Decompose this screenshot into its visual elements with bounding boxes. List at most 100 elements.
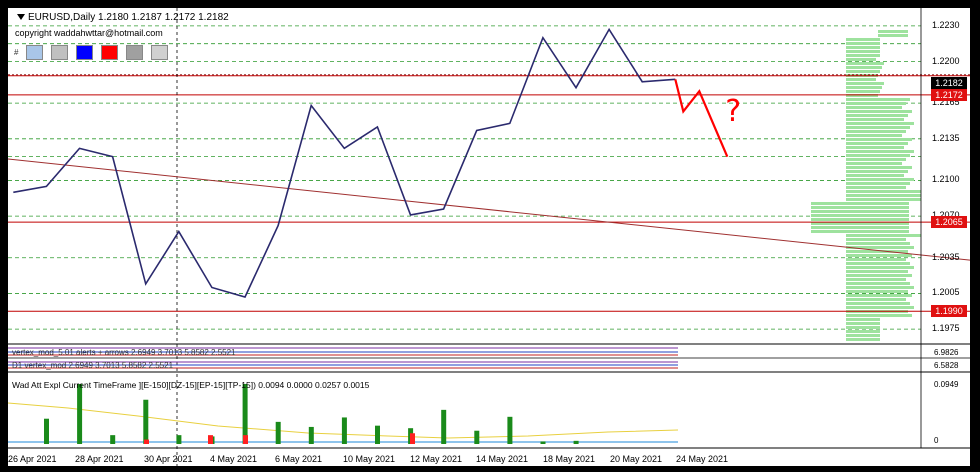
swatch-light-blue[interactable]: [26, 45, 43, 60]
price-level-label: 1.1990: [931, 305, 967, 318]
volume-profile-bar: [846, 142, 908, 145]
date-tick-label: 10 May 2021: [343, 454, 396, 464]
volume-profile-bar: [846, 326, 880, 329]
volume-profile-bar: [878, 34, 908, 37]
volume-profile-bar: [846, 58, 876, 61]
price-tick-label: 1.1975: [932, 323, 960, 334]
volume-profile-bar: [846, 194, 921, 197]
volume-profile-bar: [846, 314, 912, 317]
wad-green-bar: [375, 425, 380, 444]
volume-profile-bar: [846, 38, 880, 41]
vertex-indicator-title: vertex_mod_5.01 alerts + arrows 2.6949 3…: [12, 348, 236, 357]
wad-zero-label: 0: [934, 436, 939, 445]
price-level-label: 1.2065: [931, 216, 967, 229]
price-tick-label: 1.2230: [932, 19, 960, 30]
date-tick-label: 12 May 2021: [410, 454, 463, 464]
forecast-line: [674, 79, 729, 158]
volume-profile-bar: [846, 50, 880, 53]
wad-green-bar: [242, 384, 248, 444]
volume-profile-bar: [846, 130, 906, 133]
wad-green-bar: [77, 384, 83, 444]
volume-profile-bar: [846, 178, 914, 181]
symbol-info: EURUSD,Daily 1.2180 1.2187 1.2172 1.2182: [28, 12, 229, 23]
chart-menu-triangle-icon[interactable]: [17, 14, 25, 20]
volume-profile-bar: [846, 158, 906, 161]
date-tick-label: 6 May 2021: [275, 454, 323, 464]
volume-profile-bar: [846, 170, 908, 173]
volume-profile-bar: [846, 146, 904, 149]
wad-red-bar: [144, 439, 149, 444]
wad-green-bar: [540, 441, 546, 444]
wad-green-bar: [275, 421, 281, 444]
volume-profile-bar: [811, 206, 909, 209]
volume-profile-bar: [846, 98, 910, 101]
chart-window: ? EURUSD,Daily 1.2180 1.2187 1.2172 1.21…: [8, 8, 970, 466]
toolbar-hash: #: [14, 48, 19, 57]
volume-profile-bar: [846, 318, 880, 321]
volume-profile-bar: [846, 106, 902, 109]
volume-profile-bar: [811, 214, 909, 217]
volume-profile-bar: [846, 198, 921, 201]
volume-profile-bar: [846, 306, 914, 309]
volume-profile-bar: [846, 254, 912, 257]
swatch-lines[interactable]: [151, 45, 168, 60]
volume-profile-bar: [846, 338, 880, 341]
volume-profile-bar: [846, 294, 912, 297]
wad-green-bar: [110, 435, 116, 444]
copyright-text: copyright waddahwttar@hotmail.com: [15, 28, 163, 38]
wad-green-bar: [308, 426, 314, 444]
volume-profile-bar: [846, 86, 882, 89]
wad-max-label: 0.0949: [934, 380, 959, 389]
volume-profile-bar: [846, 66, 882, 69]
terminal-frame: ? EURUSD,Daily 1.2180 1.2187 1.2172 1.21…: [0, 0, 980, 472]
current-price-label: 1.2182: [931, 76, 967, 89]
trend-line: [8, 158, 970, 261]
volume-profile-bar: [846, 334, 880, 337]
volume-profile-bar: [846, 186, 906, 189]
chart-canvas[interactable]: ?: [8, 8, 970, 466]
swatch-silver[interactable]: [126, 45, 143, 60]
volume-profile-bar: [846, 190, 921, 193]
volume-profile-bar: [811, 218, 909, 221]
volume-profile-bar: [846, 262, 910, 265]
price-tick-label: 1.2005: [932, 287, 960, 298]
wad-red-bar: [208, 435, 213, 444]
swatch-red[interactable]: [101, 45, 118, 60]
volume-profile-bar: [846, 42, 880, 45]
volume-profile-bar: [846, 290, 908, 293]
volume-profile-bar: [846, 282, 910, 285]
price-line: [13, 27, 676, 298]
volume-profile-bar: [846, 274, 912, 277]
volume-profile-bar: [811, 226, 909, 229]
volume-profile-bar: [846, 322, 880, 325]
date-tick-label: 18 May 2021: [543, 454, 596, 464]
volume-profile-bar: [846, 258, 906, 261]
volume-profile-bar: [846, 150, 914, 153]
volume-profile-bar: [846, 134, 902, 137]
question-mark-annotation: ?: [725, 94, 741, 129]
wad-green-bar: [143, 399, 149, 444]
volume-profile-bar: [846, 266, 914, 269]
volume-profile-bar: [846, 110, 912, 113]
vertex-d1-indicator-title: D1 vertex_mod 2.6949 3.7013 5.8582 2.552…: [12, 361, 174, 370]
date-tick-label: 28 Apr 2021: [75, 454, 124, 464]
price-tick-label: 1.2135: [932, 132, 960, 143]
vertex-axis-label-top: 6.9826: [934, 348, 959, 357]
volume-profile-bar: [846, 46, 880, 49]
swatch-gray[interactable]: [51, 45, 68, 60]
volume-profile-bar: [878, 30, 908, 33]
volume-profile-bar: [846, 114, 908, 117]
date-tick-label: 20 May 2021: [610, 454, 663, 464]
wad-green-bar: [573, 440, 579, 444]
volume-profile-bar: [811, 202, 909, 205]
volume-profile-bar: [846, 302, 910, 305]
volume-profile-bar: [846, 234, 921, 237]
volume-profile-bar: [846, 174, 904, 177]
volume-profile-bar: [846, 330, 880, 333]
swatch-blue[interactable]: [76, 45, 93, 60]
wad-green-bar: [44, 418, 49, 444]
volume-profile-bar: [846, 54, 880, 57]
volume-profile-bar: [846, 278, 906, 281]
price-tick-label: 1.2035: [932, 251, 960, 262]
date-tick-label: 4 May 2021: [210, 454, 258, 464]
